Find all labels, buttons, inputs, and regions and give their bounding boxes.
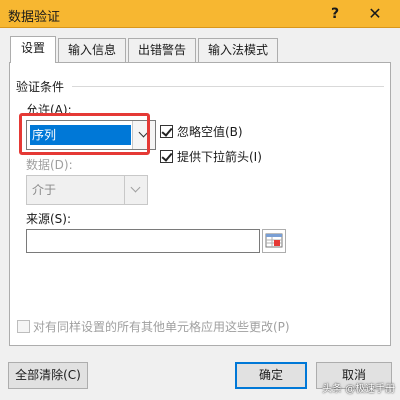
close-icon[interactable]: ✕ [364, 3, 386, 25]
source-label: 来源(S): [26, 212, 72, 226]
tab-input-message[interactable]: 输入信息 [58, 38, 126, 62]
ok-button[interactable]: 确定 [235, 362, 307, 389]
group-divider [72, 86, 384, 87]
range-select-icon [265, 233, 283, 248]
ignore-blank-checkbox[interactable] [160, 125, 173, 138]
group-label-criteria: 验证条件 [16, 78, 69, 95]
help-button[interactable]: ? [325, 4, 345, 24]
highlight-box [19, 113, 150, 155]
data-select-value: 介于 [32, 183, 57, 197]
watermark: 头条 @极速手册 [322, 384, 396, 395]
apply-all-label: 对有同样设置的所有其他单元格应用这些更改(P) [33, 320, 290, 334]
data-label: 数据(D): [26, 158, 73, 172]
range-select-button[interactable] [262, 229, 286, 253]
tab-ime-mode[interactable]: 输入法模式 [198, 38, 278, 62]
source-input[interactable] [26, 229, 260, 253]
clear-all-button[interactable]: 全部清除(C) [8, 362, 88, 389]
data-select: 介于 [26, 175, 148, 205]
dropdown-arrow-checkbox[interactable] [160, 150, 173, 163]
dropdown-arrow-label[interactable]: 提供下拉箭头(I) [177, 148, 262, 165]
check-icon [161, 125, 173, 137]
chevron-down-icon [130, 182, 141, 193]
tab-error-alert[interactable]: 出错警告 [128, 38, 196, 62]
ignore-blank-label[interactable]: 忽略空值(B) [177, 123, 243, 140]
check-icon [161, 150, 173, 162]
data-select-dropdown [124, 176, 147, 204]
tab-settings[interactable]: 设置 [10, 36, 56, 63]
window-title: 数据验证 [8, 10, 61, 25]
apply-all-checkbox [17, 320, 30, 333]
